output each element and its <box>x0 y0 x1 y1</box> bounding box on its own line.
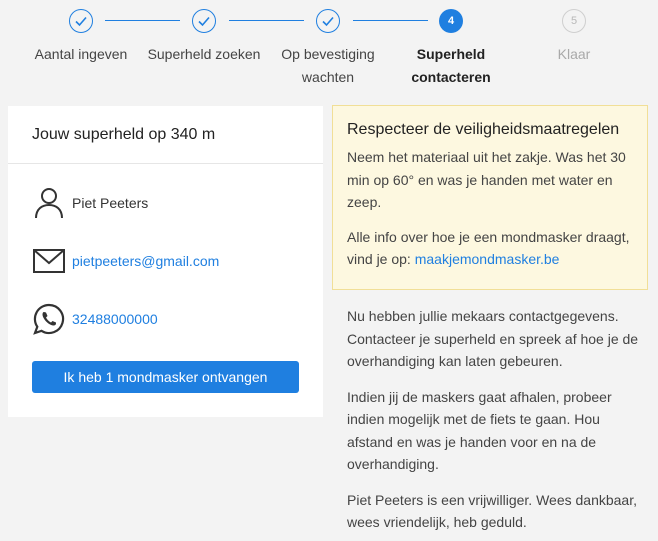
card-title: Jouw superheld op 340 m <box>8 106 323 164</box>
step-1: Aantal ingeven <box>11 9 151 66</box>
email-link[interactable]: pietpeeters@gmail.com <box>72 253 219 269</box>
step-label: Superheld zoeken <box>147 46 261 62</box>
contact-phone-row: 32488000000 <box>32 302 158 336</box>
step-label: Klaar <box>557 46 591 62</box>
contact-name-row: Piet Peeters <box>32 186 148 220</box>
step-label: Superheld contacteren <box>411 46 491 85</box>
instruction-paragraph: Indien jij de maskers gaat afhalen, prob… <box>347 388 612 473</box>
step-number: 4 <box>439 9 463 33</box>
step-2: Superheld zoeken <box>134 9 274 66</box>
instruction-paragraph: Nu hebben jullie mekaars contactgegevens… <box>347 308 639 369</box>
safety-warning-box: Respecteer de veiligheidsmaatregelen Nee… <box>332 105 648 290</box>
instruction-paragraph: Piet Peeters is een vrijwilliger. Wees d… <box>347 491 637 531</box>
checkmark-icon <box>316 9 340 33</box>
step-5: 5 Klaar <box>504 9 644 66</box>
contact-email-row: pietpeeters@gmail.com <box>32 244 219 278</box>
step-3: Op bevestiging wachten <box>258 9 398 89</box>
person-icon <box>32 186 66 220</box>
whatsapp-icon <box>32 302 66 336</box>
checkmark-icon <box>192 9 216 33</box>
warning-title: Respecteer de veiligheidsmaatregelen <box>347 121 620 138</box>
progress-stepper: Aantal ingeven Superheld zoeken Op beves… <box>0 0 658 100</box>
warning-info: Alle info over hoe je een mondmasker dra… <box>347 226 633 271</box>
mask-received-button[interactable]: Ik heb 1 mondmasker ontvangen <box>32 361 299 393</box>
warning-text: Neem het materiaal uit het zakje. Was he… <box>347 149 626 210</box>
mask-info-link[interactable]: maakjemondmasker.be <box>415 251 560 267</box>
step-number: 5 <box>562 9 586 33</box>
checkmark-icon <box>69 9 93 33</box>
contact-name: Piet Peeters <box>72 195 149 211</box>
mail-icon <box>32 244 66 278</box>
step-4: 4 Superheld contacteren <box>381 9 521 89</box>
step-label: Aantal ingeven <box>34 46 128 62</box>
instructions: Nu hebben jullie mekaars contactgegevens… <box>347 305 647 541</box>
step-label: Op bevestiging wachten <box>281 46 375 85</box>
superhero-card: Jouw superheld op 340 m Piet Peeters pie… <box>8 106 323 417</box>
phone-link[interactable]: 32488000000 <box>72 311 158 327</box>
